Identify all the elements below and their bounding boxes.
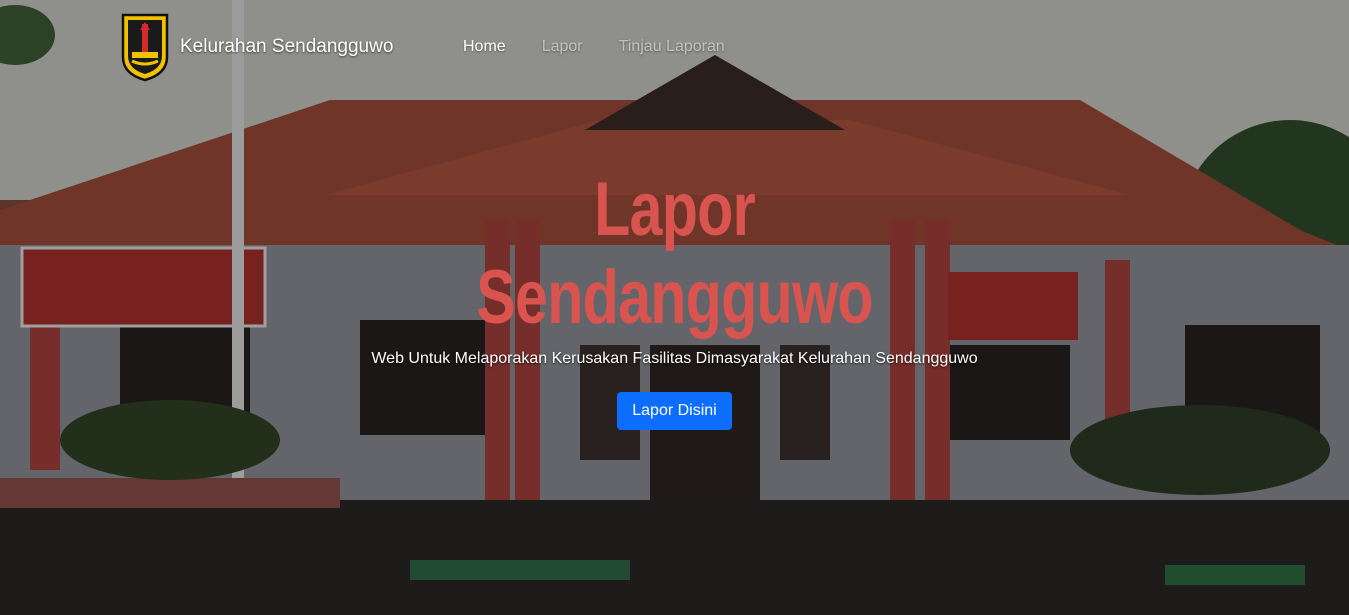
main-nav: Home Lapor Tinjau Laporan bbox=[463, 38, 725, 56]
hero-section: Kelurahan Sendangguwo Home Lapor Tinjau … bbox=[0, 0, 1349, 615]
brand[interactable]: Kelurahan Sendangguwo bbox=[120, 12, 393, 82]
nav-link-home[interactable]: Home bbox=[463, 38, 506, 56]
lapor-disini-button[interactable]: Lapor Disini bbox=[617, 392, 732, 430]
hero-title: Lapor Sendangguwo bbox=[148, 166, 1200, 342]
brand-name: Kelurahan Sendangguwo bbox=[180, 36, 394, 57]
nav-link-lapor[interactable]: Lapor bbox=[542, 38, 583, 56]
hero-title-line-1: Lapor bbox=[594, 167, 756, 252]
navbar: Kelurahan Sendangguwo Home Lapor Tinjau … bbox=[0, 0, 1349, 90]
hero-title-line-2: Sendangguwo bbox=[476, 255, 873, 340]
city-emblem-icon bbox=[121, 13, 169, 82]
hero-subtitle: Web Untuk Melaporakan Kerusakan Fasilita… bbox=[371, 350, 978, 367]
nav-link-tinjau-laporan[interactable]: Tinjau Laporan bbox=[619, 38, 725, 56]
